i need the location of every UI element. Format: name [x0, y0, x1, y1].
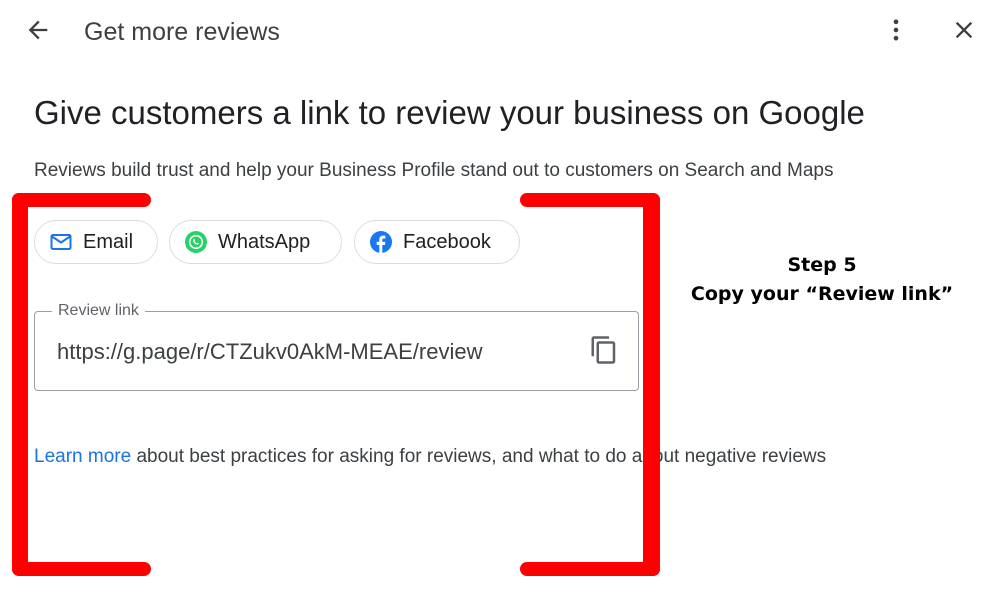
review-link-label: Review link: [52, 302, 145, 320]
annotation-step: Step 5: [787, 254, 857, 276]
share-email-label: Email: [83, 230, 134, 253]
page-title: Give customers a link to review your bus…: [34, 94, 865, 131]
share-whatsapp-label: WhatsApp: [218, 230, 311, 253]
whatsapp-icon: [184, 230, 208, 254]
share-facebook-label: Facebook: [403, 230, 491, 253]
copy-icon: [589, 335, 619, 370]
page-subtitle: Reviews build trust and help your Busine…: [34, 160, 834, 181]
annotation-instruction: Copy your “Review link”: [690, 283, 954, 305]
close-button[interactable]: [944, 14, 984, 50]
facebook-icon: [369, 230, 393, 254]
learn-more-link[interactable]: Learn more: [34, 446, 131, 467]
share-facebook-button[interactable]: Facebook: [354, 220, 520, 264]
share-email-button[interactable]: Email: [34, 220, 158, 264]
arrow-back-icon: [24, 16, 52, 49]
back-button[interactable]: [16, 14, 60, 50]
learn-more-description: about best practices for asking for revi…: [131, 446, 827, 467]
learn-more-text: Learn more about best practices for aski…: [34, 445, 826, 469]
email-icon: [49, 230, 73, 254]
more-options-button[interactable]: [876, 14, 916, 50]
copy-link-button[interactable]: [584, 332, 624, 372]
close-icon: [950, 16, 978, 49]
review-link-value[interactable]: https://g.page/r/CTZukv0AkM-MEAE/review: [57, 338, 482, 366]
share-whatsapp-button[interactable]: WhatsApp: [169, 220, 342, 264]
header-title: Get more reviews: [84, 18, 280, 46]
more-vert-icon: [882, 16, 910, 49]
